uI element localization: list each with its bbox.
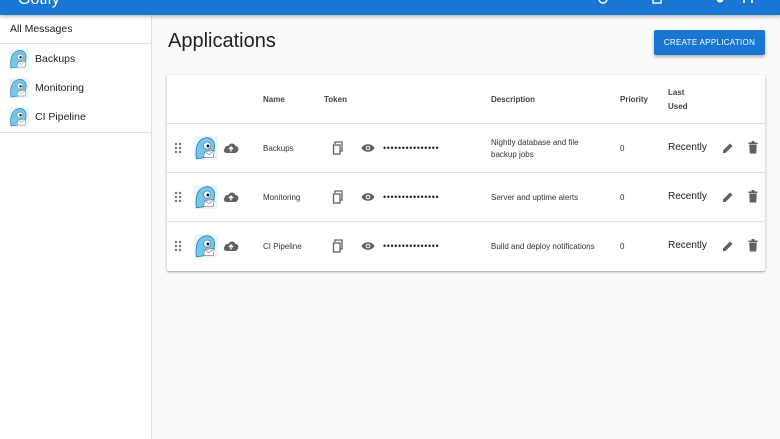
table-row: ••••••••••••••• Backups Nightly database… <box>167 124 765 173</box>
drag-handle-icon[interactable] <box>174 142 182 154</box>
app-description: Build and deploy notifications <box>491 241 595 251</box>
app-last-used: Recently <box>668 142 707 153</box>
page-title: Applications <box>168 30 276 52</box>
header-last-used: Last Used <box>668 88 688 111</box>
app-avatar-icon <box>9 49 29 69</box>
app-bar: Gotify <box>0 0 780 15</box>
sidebar-item-all-messages[interactable]: All Messages <box>0 15 151 44</box>
delete-icon[interactable] <box>748 141 758 154</box>
drag-handle-icon[interactable] <box>174 191 182 203</box>
header-priority: Priority <box>620 95 649 104</box>
edit-icon[interactable] <box>722 191 734 203</box>
app-avatar-icon <box>9 78 29 98</box>
create-application-button[interactable]: CREATE APPLICATION <box>654 30 765 55</box>
edit-icon[interactable] <box>722 142 734 154</box>
app-avatar-icon <box>9 107 29 127</box>
app-name: Backups <box>263 144 294 153</box>
app-priority: 0 <box>620 193 625 202</box>
app-last-used: Recently <box>668 240 707 251</box>
sidebar-item-label: CI Pipeline <box>35 110 86 123</box>
app-priority: 0 <box>620 242 625 251</box>
sidebar-item-monitoring[interactable]: Monitoring <box>0 73 151 102</box>
app-title[interactable]: Gotify <box>18 0 60 9</box>
logout-icon[interactable] <box>742 0 754 7</box>
sidebar-item-ci-pipeline[interactable]: CI Pipeline <box>0 102 151 131</box>
delete-icon[interactable] <box>748 239 758 252</box>
applications-table: Name Token Description Priority Last Use… <box>167 75 765 271</box>
copy-icon[interactable] <box>332 141 344 155</box>
app-avatar-icon <box>194 136 218 160</box>
app-description: Nightly database and file backup jobs <box>491 137 579 159</box>
eye-icon[interactable] <box>361 192 375 202</box>
edit-icon[interactable] <box>722 240 734 252</box>
app-description: Server and uptime alerts <box>491 192 579 202</box>
sidebar-item-label: Monitoring <box>35 81 85 94</box>
drag-handle-icon[interactable] <box>174 240 182 252</box>
sidebar: All Messages Backups Monitoring CI Pipel… <box>0 15 152 439</box>
table-row: ••••••••••••••• CI Pipeline Build and de… <box>167 222 765 271</box>
app-last-used: Recently <box>668 191 707 202</box>
sidebar-item-backups[interactable]: Backups <box>0 44 151 73</box>
copy-icon[interactable] <box>332 239 344 253</box>
cloud-upload-icon[interactable] <box>223 142 239 154</box>
eye-icon[interactable] <box>361 143 375 153</box>
theme-toggle-icon[interactable] <box>597 0 609 7</box>
header-description: Description <box>491 95 536 104</box>
token-masked: ••••••••••••••• <box>383 241 440 251</box>
header-token: Token <box>324 95 347 104</box>
table-row: ••••••••••••••• Monitoring Server and up… <box>167 173 765 222</box>
token-masked: ••••••••••••••• <box>383 192 440 202</box>
apps-icon[interactable] <box>651 0 663 7</box>
app-priority: 0 <box>620 144 625 153</box>
app-avatar-icon <box>194 185 218 209</box>
settings-icon[interactable] <box>714 0 726 7</box>
sidebar-app-list: Backups Monitoring CI Pipeline <box>0 44 151 133</box>
sidebar-item-label: Backups <box>35 52 76 65</box>
app-name: Monitoring <box>263 193 301 202</box>
header-name: Name <box>263 95 285 104</box>
cloud-upload-icon[interactable] <box>223 240 239 252</box>
copy-icon[interactable] <box>332 190 344 204</box>
app-avatar-icon <box>194 234 218 258</box>
delete-icon[interactable] <box>748 190 758 203</box>
app-name: CI Pipeline <box>263 242 302 251</box>
eye-icon[interactable] <box>361 241 375 251</box>
table-header-row: Name Token Description Priority Last Use… <box>167 75 765 124</box>
token-masked: ••••••••••••••• <box>383 143 440 153</box>
cloud-upload-icon[interactable] <box>223 191 239 203</box>
